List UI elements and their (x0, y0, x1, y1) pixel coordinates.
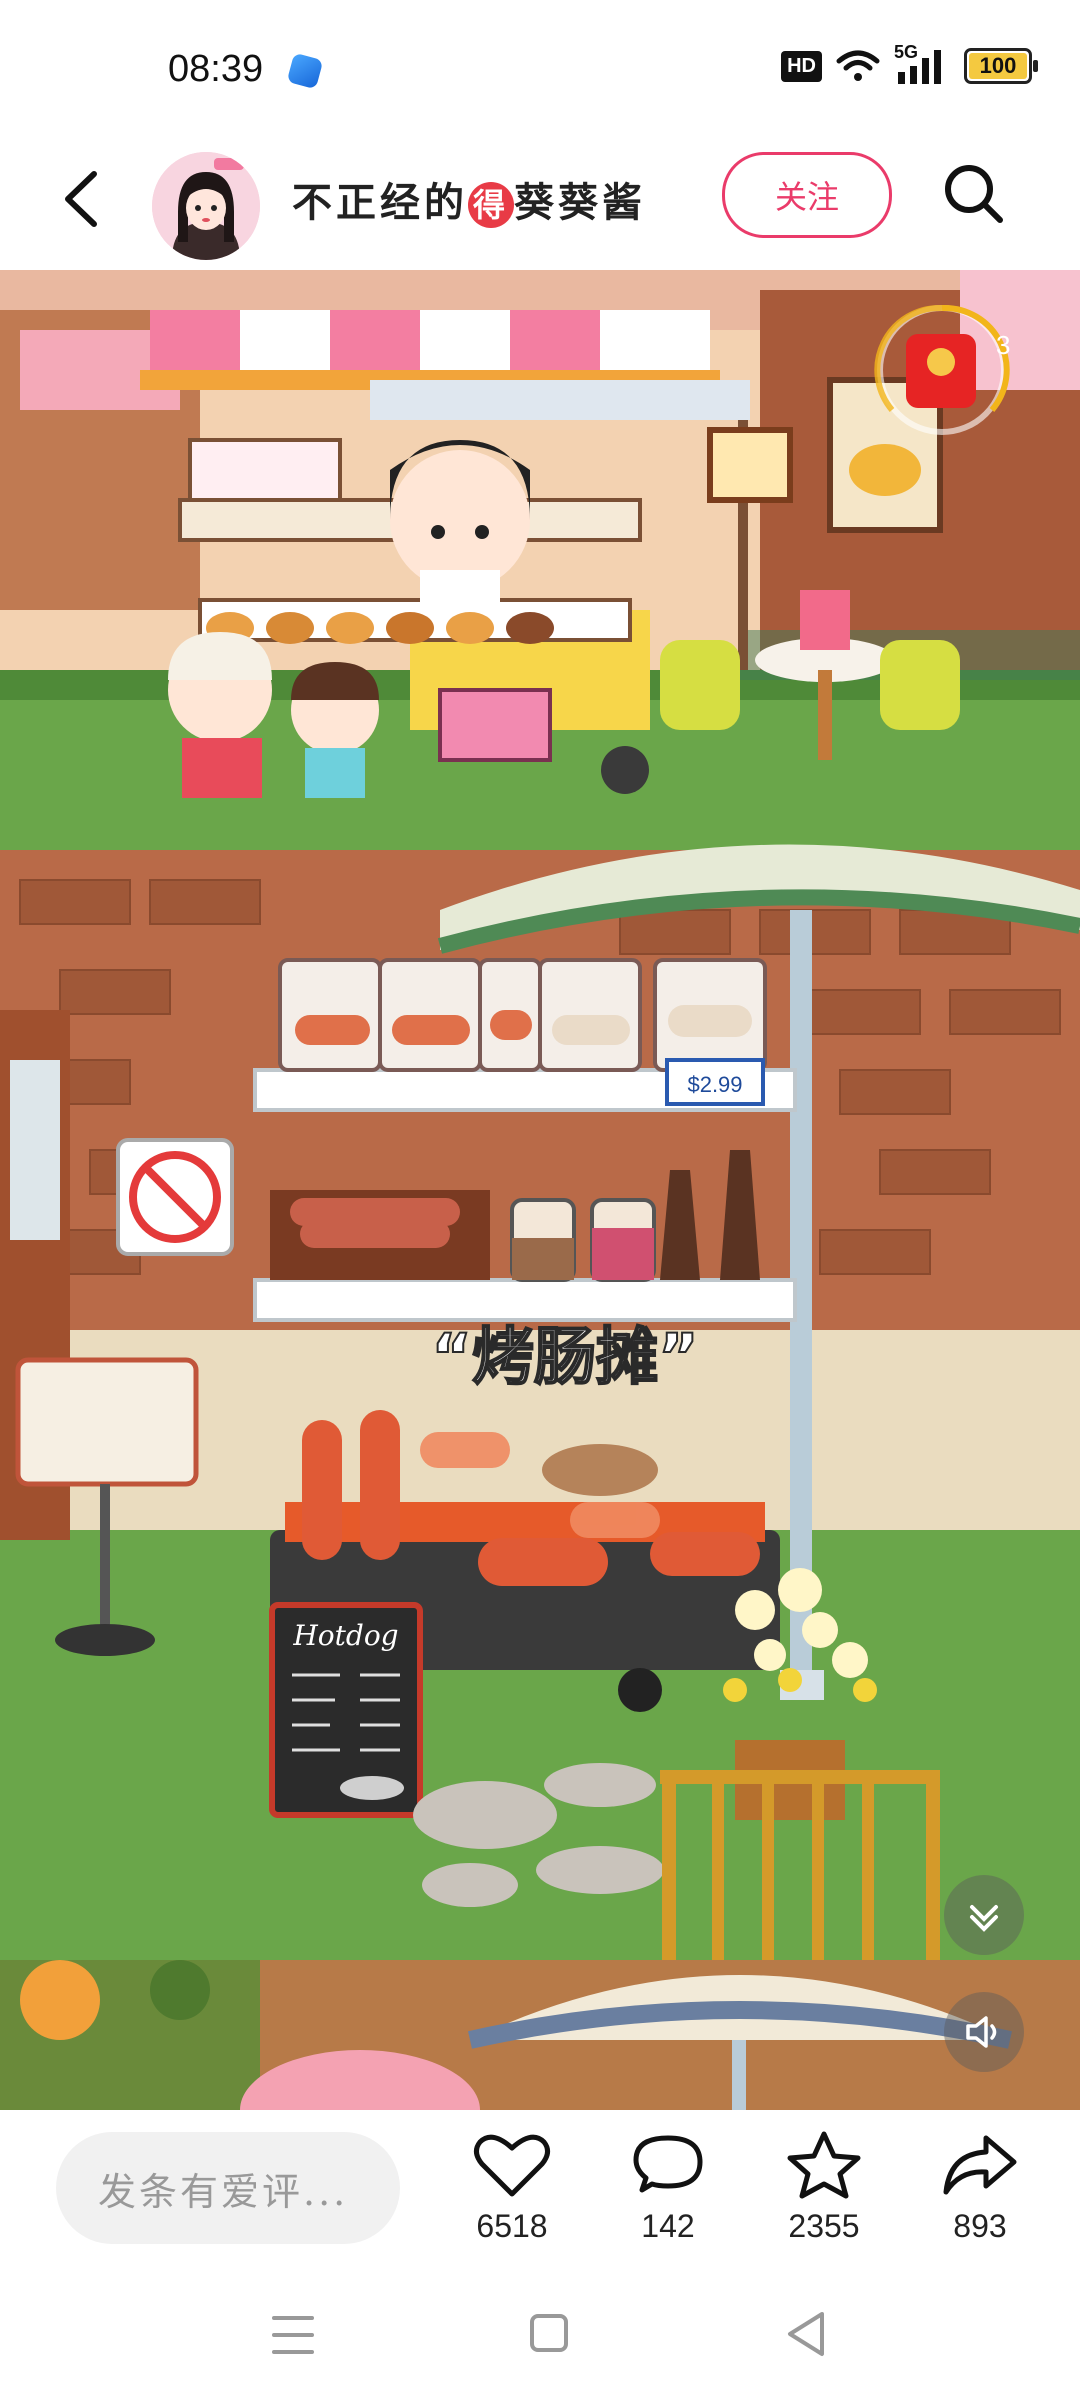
share-count: 893 (953, 2208, 1007, 2244)
like-button[interactable]: 6518 (452, 2130, 572, 2245)
status-indicators: HD 5G 100 (781, 42, 1038, 84)
share-arrow-icon (943, 2135, 1017, 2195)
status-bar: 08:39 HD 5G 100 (0, 0, 1080, 140)
back-triangle-icon[interactable] (762, 2300, 852, 2370)
status-time: 08:39 (168, 48, 264, 90)
menu-icon[interactable] (248, 2300, 338, 2370)
mute-button[interactable] (944, 1992, 1024, 2072)
post-header: 不正经的得葵葵酱 关注 (0, 140, 1080, 270)
red-packet-reward-icon[interactable]: 3 (872, 300, 1012, 440)
comment-input[interactable]: 发条有爱评... (56, 2132, 400, 2244)
cellular-signal-icon: 5G (894, 42, 950, 84)
price-tag: $2.99 (687, 1072, 742, 1097)
post-image[interactable]: $2.99 “烤肠摊” Hotdog 3 (0, 270, 1080, 2110)
comment-bubble-icon (633, 2135, 703, 2193)
comment-button[interactable]: 142 (608, 2130, 728, 2245)
image-caption: “烤肠摊” (431, 1320, 699, 1393)
chevron-down-icon (970, 1905, 998, 1932)
battery-level: 100 (979, 53, 1017, 78)
collapse-button[interactable] (944, 1875, 1024, 1955)
like-count: 6518 (476, 2208, 548, 2244)
wifi-icon (836, 50, 880, 81)
favorite-count: 2355 (788, 2208, 860, 2244)
comment-count: 142 (641, 2208, 695, 2244)
app-notification-icon (286, 52, 324, 90)
red-packet-count: 3 (996, 330, 1010, 360)
author-avatar[interactable] (152, 152, 260, 260)
back-arrow-icon[interactable] (50, 164, 120, 234)
speaker-icon (966, 2016, 997, 2048)
author-name-prefix: 不正经的 (292, 179, 468, 226)
author-name-suffix: 葵葵酱 (514, 179, 646, 226)
battery-icon: 100 (964, 48, 1038, 84)
hd-voice-icon: HD (781, 50, 822, 82)
search-icon[interactable] (938, 158, 1008, 228)
home-square-icon[interactable] (504, 2300, 594, 2370)
heart-icon (474, 2134, 550, 2197)
system-navigation-bar (0, 2280, 1080, 2400)
menu-board-title: Hotdog (292, 1619, 398, 1652)
author-name-badge: 得 (468, 182, 514, 228)
star-icon (787, 2131, 861, 2199)
pixel-art-illustration: $2.99 “烤肠摊” Hotdog (0, 270, 1080, 2110)
author-name[interactable]: 不正经的得葵葵酱 (292, 170, 646, 228)
share-button[interactable]: 893 (920, 2130, 1040, 2245)
follow-button[interactable]: 关注 (722, 152, 892, 238)
bottom-action-bar: 发条有爱评... 6518 142 2355 893 (0, 2110, 1080, 2280)
favorite-button[interactable]: 2355 (764, 2130, 884, 2245)
